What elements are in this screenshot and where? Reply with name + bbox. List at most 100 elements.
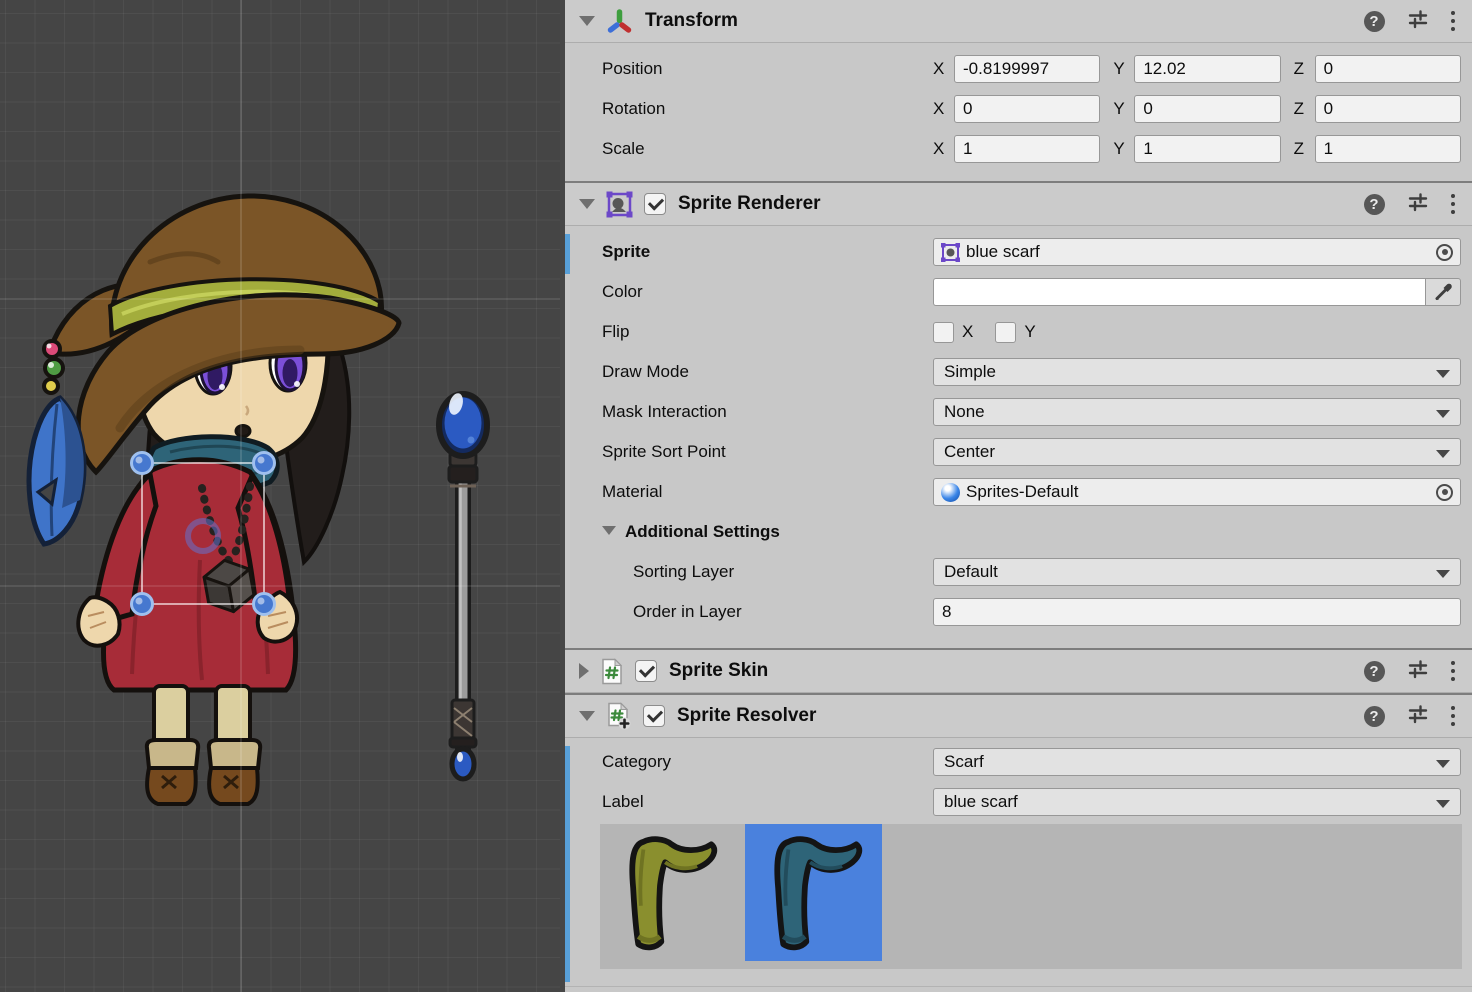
foldout-arrow-icon[interactable] — [579, 663, 589, 679]
category-dropdown[interactable]: Scarf — [933, 748, 1461, 776]
sprite-object-name: blue scarf — [966, 242, 1040, 262]
presets-icon[interactable] — [1407, 703, 1429, 730]
grid-axis-line — [240, 0, 242, 992]
mask-interaction-dropdown[interactable]: None — [933, 398, 1461, 426]
eyedropper-icon[interactable] — [1425, 278, 1461, 306]
rotation-z-field[interactable]: 0 — [1315, 95, 1461, 123]
sprite-renderer-header[interactable]: Sprite Renderer — [565, 183, 1472, 226]
field-label: Sprite — [565, 242, 933, 262]
material-object-field[interactable]: Sprites-Default — [933, 478, 1461, 506]
grid-major-line — [0, 298, 560, 300]
foldout-arrow-icon[interactable] — [579, 199, 595, 209]
field-label: Category — [565, 752, 933, 772]
position-x-field[interactable]: -0.8199997 — [954, 55, 1100, 83]
order-in-layer-row: Order in Layer 8 — [565, 592, 1472, 632]
sprite-object-field[interactable]: blue scarf — [933, 238, 1461, 266]
component-title: Transform — [645, 10, 738, 32]
component-enabled-checkbox[interactable] — [643, 705, 665, 727]
field-label: Draw Mode — [565, 362, 933, 382]
flip-x-checkbox[interactable] — [933, 322, 954, 343]
field-label: Label — [565, 792, 933, 812]
material-icon — [941, 483, 960, 502]
sprite-sort-point-row: Sprite Sort Point Center — [565, 432, 1472, 472]
object-picker-icon[interactable] — [1436, 484, 1453, 501]
more-menu-icon[interactable] — [1451, 11, 1456, 32]
object-picker-icon[interactable] — [1436, 244, 1453, 261]
sorting-layer-dropdown[interactable]: Default — [933, 558, 1461, 586]
script-plus-icon — [606, 702, 632, 730]
more-menu-icon[interactable] — [1451, 194, 1456, 215]
sorting-layer-row: Sorting Layer Default — [565, 552, 1472, 592]
flip-x-label: X — [962, 322, 973, 342]
scale-x-field[interactable]: 1 — [954, 135, 1100, 163]
help-icon[interactable] — [1364, 11, 1385, 32]
transform-header[interactable]: Transform — [565, 0, 1472, 43]
material-object-name: Sprites-Default — [966, 482, 1078, 502]
more-menu-icon[interactable] — [1451, 661, 1456, 682]
selection-handle[interactable] — [254, 453, 275, 474]
flip-row: Flip X Y — [565, 312, 1472, 352]
scale-y-field[interactable]: 1 — [1134, 135, 1280, 163]
selection-handle[interactable] — [132, 594, 153, 615]
axis-label-z: Z — [1294, 139, 1308, 159]
axis-label-y: Y — [1113, 139, 1127, 159]
additional-settings-row[interactable]: Additional Settings — [565, 512, 1472, 552]
prefab-override-indicator — [565, 746, 570, 982]
character-sprite[interactable] — [29, 196, 399, 804]
axis-label-y: Y — [1113, 99, 1127, 119]
component-enabled-checkbox[interactable] — [635, 660, 657, 682]
presets-icon[interactable] — [1407, 8, 1429, 35]
label-row: Label blue scarf — [565, 782, 1472, 822]
component-title: Sprite Resolver — [677, 705, 816, 727]
scene-view[interactable] — [0, 0, 560, 992]
sprite-resolver-header[interactable]: Sprite Resolver — [565, 695, 1472, 738]
legs-boots — [147, 686, 260, 804]
unity-editor-window: Transform Position X-0.819 — [0, 0, 1472, 992]
additional-settings-foldout[interactable]: Additional Settings — [565, 522, 933, 542]
selection-handle[interactable] — [132, 453, 153, 474]
prefab-override-indicator — [565, 234, 570, 274]
material-row: Material Sprites-Default — [565, 472, 1472, 512]
help-icon[interactable] — [1364, 194, 1385, 215]
position-z-field[interactable]: 0 — [1315, 55, 1461, 83]
scale-z-field[interactable]: 1 — [1315, 135, 1461, 163]
foldout-arrow-icon[interactable] — [579, 16, 595, 26]
sprite-variant-blue-scarf[interactable] — [745, 824, 882, 961]
sprite-sort-point-dropdown[interactable]: Center — [933, 438, 1461, 466]
color-swatch[interactable] — [933, 278, 1425, 306]
selection-handle[interactable] — [254, 594, 275, 615]
flip-y-checkbox[interactable] — [995, 322, 1016, 343]
foldout-arrow-icon[interactable] — [579, 711, 595, 721]
axis-label-x: X — [933, 139, 947, 159]
rotation-x-field[interactable]: 0 — [954, 95, 1100, 123]
field-label: Flip — [565, 322, 933, 342]
sprite-mini-icon — [941, 243, 960, 262]
field-label: Position — [565, 59, 933, 79]
order-in-layer-field[interactable]: 8 — [933, 598, 1461, 626]
presets-icon[interactable] — [1407, 191, 1429, 218]
sprite-skin-header[interactable]: Sprite Skin — [565, 650, 1472, 693]
help-icon[interactable] — [1364, 706, 1385, 727]
label-dropdown[interactable]: blue scarf — [933, 788, 1461, 816]
draw-mode-dropdown[interactable]: Simple — [933, 358, 1461, 386]
field-label: Color — [565, 282, 933, 302]
foldout-arrow-icon[interactable] — [602, 526, 616, 535]
presets-icon[interactable] — [1407, 658, 1429, 685]
rotation-y-field[interactable]: 0 — [1134, 95, 1280, 123]
sprite-skin-component: Sprite Skin — [565, 648, 1472, 693]
position-y-field[interactable]: 12.02 — [1134, 55, 1280, 83]
mask-interaction-row: Mask Interaction None — [565, 392, 1472, 432]
field-label: Rotation — [565, 99, 933, 119]
axis-label-x: X — [933, 99, 947, 119]
category-row: Category Scarf — [565, 742, 1472, 782]
hat-beads — [44, 341, 63, 393]
grid-major-line — [0, 585, 560, 587]
help-icon[interactable] — [1364, 661, 1385, 682]
draw-mode-row: Draw Mode Simple — [565, 352, 1472, 392]
sprite-row: Sprite blue scarf — [565, 232, 1472, 272]
component-enabled-checkbox[interactable] — [644, 193, 666, 215]
field-label: Order in Layer — [565, 602, 933, 622]
more-menu-icon[interactable] — [1451, 706, 1456, 727]
field-label: Mask Interaction — [565, 402, 933, 422]
sprite-variant-green-scarf[interactable] — [600, 824, 737, 961]
